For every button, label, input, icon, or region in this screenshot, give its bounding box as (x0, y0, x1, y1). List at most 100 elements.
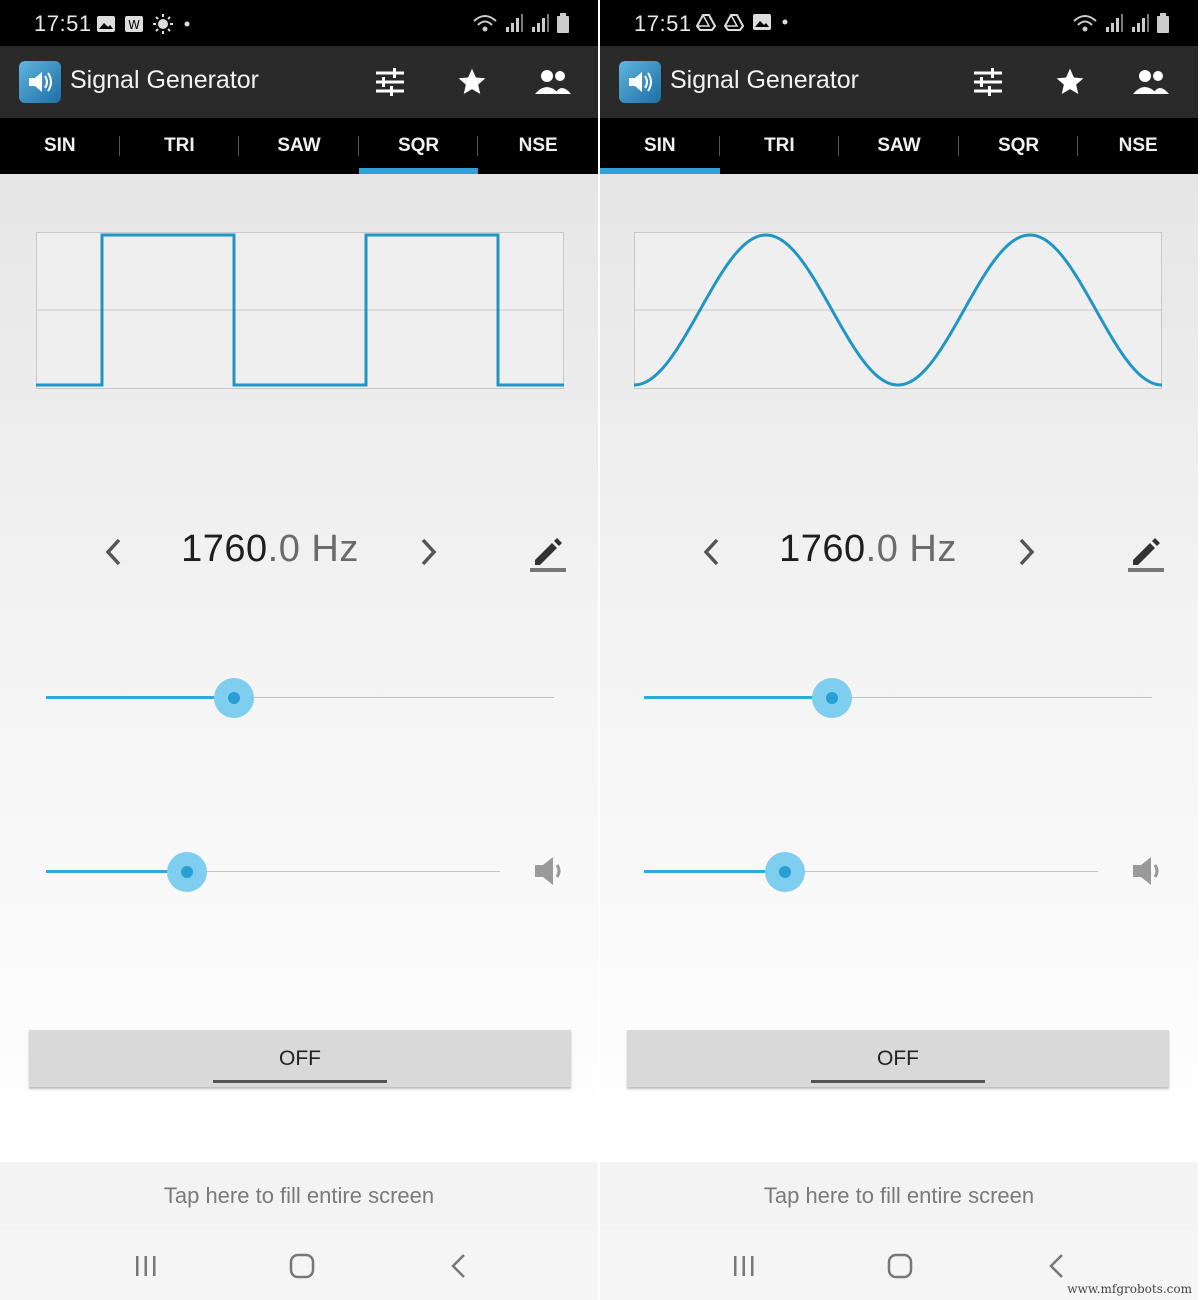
phone-screen-square: 17:51 W Signal Generator SIN TRI SAW SQR… (0, 0, 598, 1300)
recents-button[interactable] (126, 1250, 166, 1282)
home-icon (289, 1253, 315, 1279)
volume-slider[interactable] (644, 852, 1098, 892)
frequency-decimal: .0 Hz (267, 528, 359, 570)
volume-icon (1133, 857, 1159, 885)
wifi-icon (1073, 15, 1097, 32)
tab-sqr[interactable]: SQR (959, 118, 1079, 174)
increase-frequency-button[interactable] (1012, 534, 1042, 570)
favorites-button[interactable] (454, 64, 490, 100)
increase-frequency-button[interactable] (414, 534, 444, 570)
power-toggle-button[interactable]: OFF (627, 1030, 1169, 1087)
status-time: 17:51 (634, 11, 692, 36)
app-title: Signal Generator (70, 66, 260, 94)
decrease-frequency-button[interactable] (696, 534, 726, 570)
fill-screen-label: Tap here to fill entire screen (763, 1183, 1035, 1208)
tab-label: SIN (43, 135, 76, 156)
frequency-display[interactable]: 1760.0 Hz (150, 528, 390, 571)
tab-sin[interactable]: SIN (600, 118, 720, 174)
status-time: 17:51 (34, 11, 92, 36)
slider-thumb[interactable] (825, 692, 838, 704)
power-button-label: OFF (877, 1046, 919, 1070)
app-title: Signal Generator (670, 66, 860, 94)
star-icon (1056, 68, 1084, 94)
svg-text:W: W (128, 18, 140, 32)
slider-thumb[interactable] (227, 692, 240, 704)
tab-label: SQR (997, 135, 1040, 156)
status-bar: 17:51 W (0, 0, 598, 46)
favorites-button[interactable] (1052, 64, 1088, 100)
frequency-decimal: .0 Hz (865, 528, 957, 570)
signal-icon (506, 14, 523, 32)
tab-tri[interactable]: TRI (720, 118, 840, 174)
recents-icon (734, 1256, 754, 1276)
volume-button[interactable] (532, 851, 566, 891)
tab-label: SAW (877, 135, 921, 156)
back-button[interactable] (1036, 1250, 1076, 1282)
tab-nse[interactable]: NSE (478, 118, 598, 174)
frequency-row: 1760.0 Hz (0, 520, 598, 584)
power-toggle-button[interactable]: OFF (29, 1030, 571, 1087)
battery-icon (557, 13, 569, 33)
fill-screen-label: Tap here to fill entire screen (163, 1183, 435, 1208)
dot-icon (782, 19, 788, 25)
settings-sliders-button[interactable] (970, 64, 1006, 100)
tab-sin[interactable]: SIN (0, 118, 120, 174)
recents-button[interactable] (724, 1250, 764, 1282)
signal-icon (1132, 14, 1149, 32)
chevron-right-icon (421, 538, 437, 566)
fill-screen-button[interactable]: Tap here to fill entire screen (0, 1162, 598, 1230)
signal-icon (1106, 14, 1123, 32)
home-button[interactable] (282, 1250, 322, 1282)
app-toolbar: Signal Generator (600, 46, 1198, 118)
tab-saw[interactable]: SAW (239, 118, 359, 174)
tab-tri[interactable]: TRI (120, 118, 240, 174)
status-bar: 17:51 (600, 0, 1198, 46)
slider-thumb[interactable] (778, 866, 791, 878)
edit-frequency-button[interactable] (1126, 534, 1166, 572)
frequency-slider[interactable] (644, 678, 1152, 718)
gallery-icon (753, 14, 771, 30)
toggle-indicator (213, 1080, 387, 1083)
frequency-slider[interactable] (46, 678, 554, 718)
gallery-icon (97, 16, 115, 32)
volume-icon (535, 857, 561, 885)
back-icon (451, 1254, 465, 1278)
waveform-tabs: SIN TRI SAW SQR NSE (0, 118, 598, 174)
power-button-label: OFF (279, 1046, 321, 1070)
community-button[interactable] (1133, 64, 1169, 100)
tab-label: NSE (1118, 135, 1158, 156)
fill-screen-button[interactable]: Tap here to fill entire screen (600, 1162, 1198, 1230)
app-toolbar: Signal Generator (0, 46, 598, 118)
back-icon (1049, 1254, 1063, 1278)
chevron-right-icon (1019, 538, 1035, 566)
tab-nse[interactable]: NSE (1078, 118, 1198, 174)
tab-sqr[interactable]: SQR (358, 118, 479, 174)
tab-saw[interactable]: SAW (839, 118, 959, 174)
frequency-display[interactable]: 1760.0 Hz (748, 528, 988, 571)
waveform-preview-sine (634, 232, 1162, 389)
slider-thumb[interactable] (180, 866, 193, 878)
wifi-icon (473, 15, 497, 32)
volume-button[interactable] (1130, 851, 1164, 891)
speaker-app-icon (19, 61, 61, 103)
signal-icon (532, 14, 549, 32)
people-icon (1133, 70, 1169, 94)
people-icon (535, 70, 571, 94)
frequency-row: 1760.0 Hz (600, 520, 1198, 584)
speaker-app-icon (619, 61, 661, 103)
tab-label: NSE (518, 135, 558, 156)
settings-sliders-button[interactable] (372, 64, 408, 100)
recents-icon (136, 1256, 156, 1276)
home-button[interactable] (880, 1250, 920, 1282)
back-button[interactable] (438, 1250, 478, 1282)
community-button[interactable] (535, 64, 571, 100)
edit-frequency-button[interactable] (528, 534, 568, 572)
chevron-left-icon (105, 538, 121, 566)
frequency-integer: 1760 (779, 528, 866, 570)
toggle-indicator (811, 1080, 985, 1083)
volume-slider[interactable] (46, 852, 500, 892)
dot-icon (184, 21, 190, 27)
tune-icon (974, 68, 1002, 96)
decrease-frequency-button[interactable] (98, 534, 128, 570)
drive-icon (724, 14, 744, 31)
